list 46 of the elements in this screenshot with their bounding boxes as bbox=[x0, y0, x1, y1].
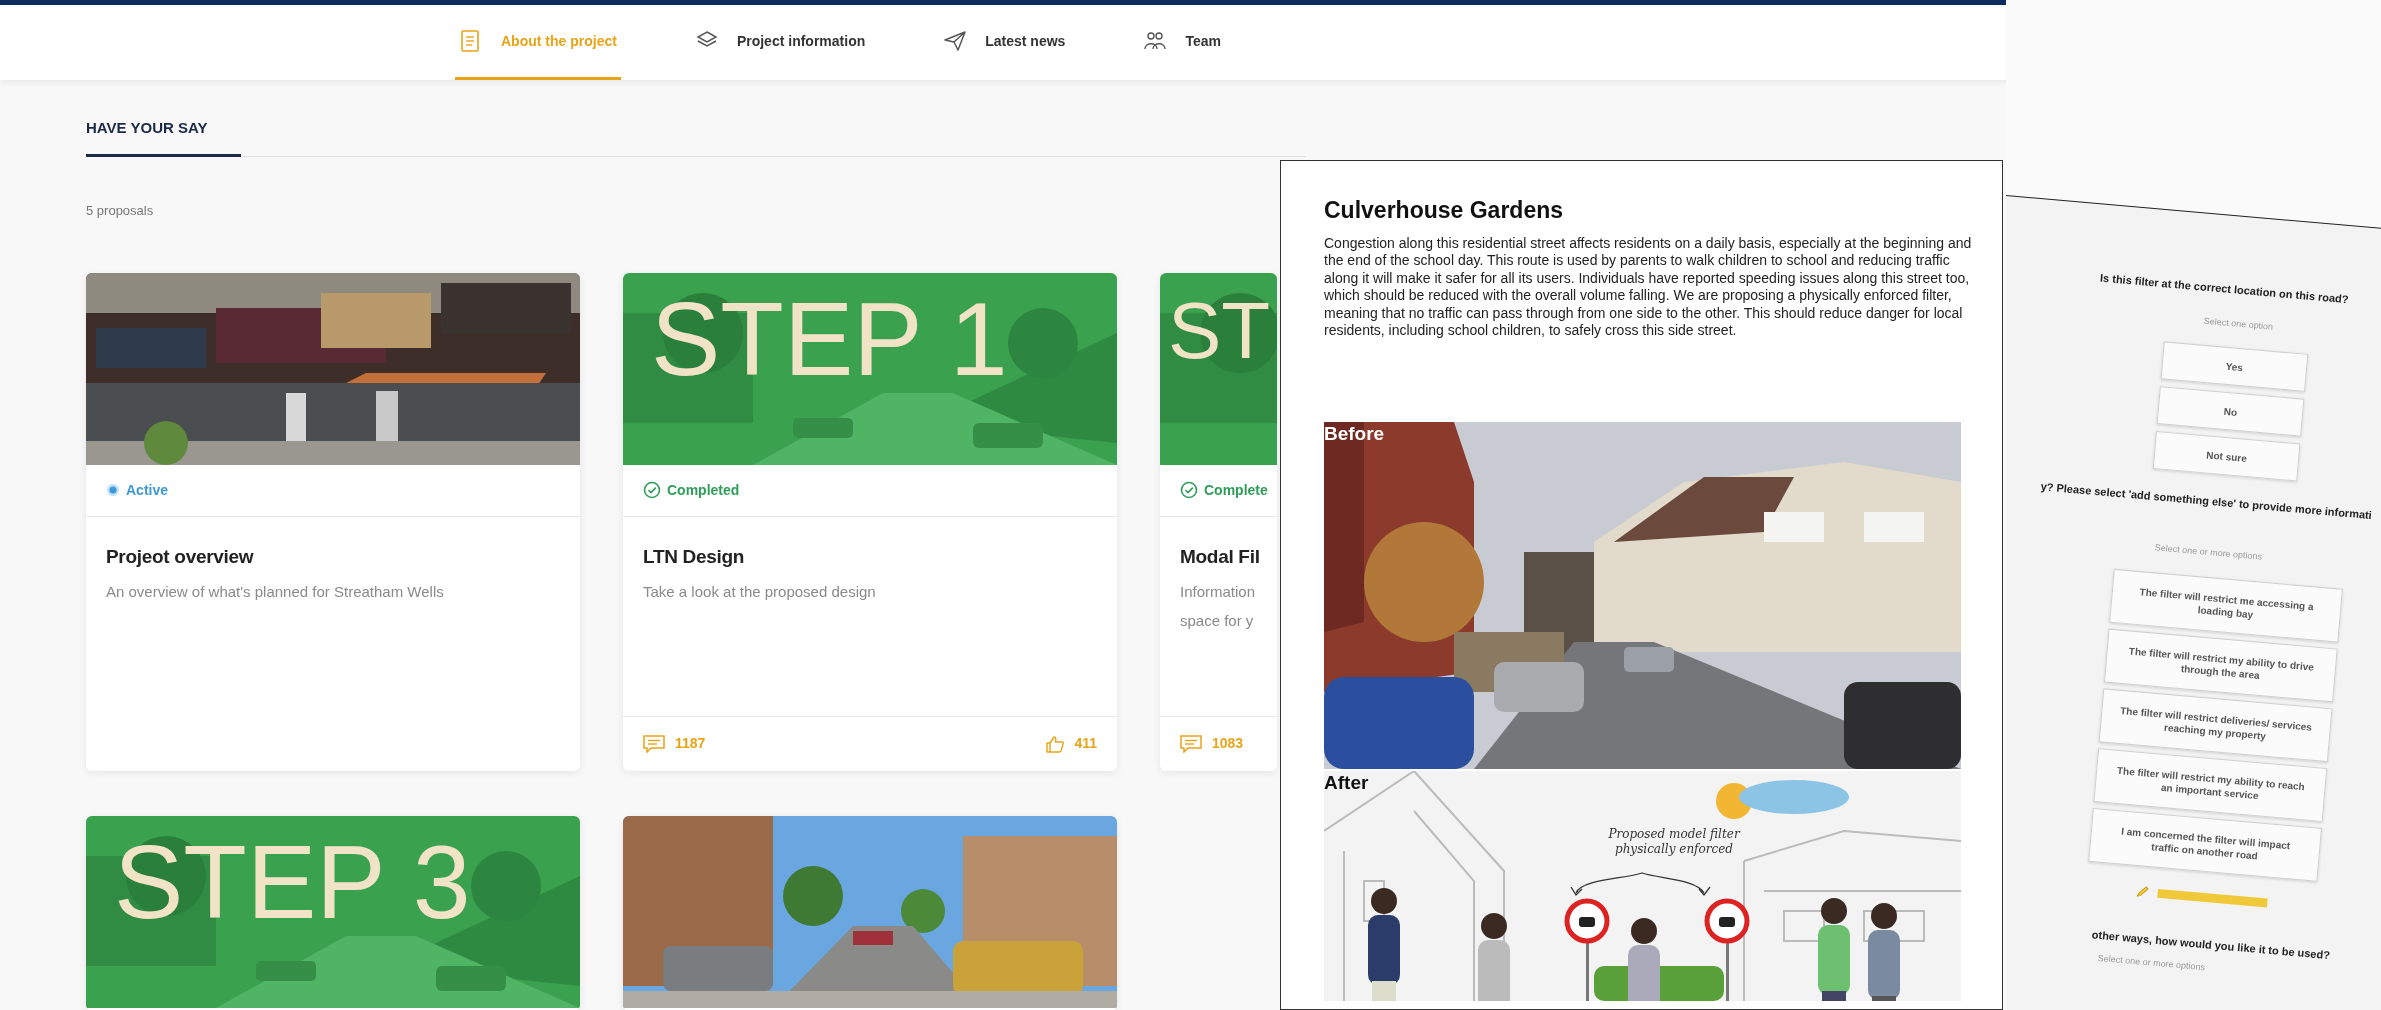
proposal-card[interactable]: STEP 1 Completed LTN Design Take a look at the proposed design 1187 411 bbox=[623, 272, 1117, 771]
status-label: Active bbox=[126, 480, 169, 500]
card-description: Take a look at the proposed design bbox=[643, 582, 877, 602]
figure-label: After bbox=[1324, 772, 1369, 794]
paper-plane-icon bbox=[943, 29, 968, 53]
proposal-card[interactable]: Active Projeot overview An overview of what's planned for Streatham Wells bbox=[86, 272, 580, 771]
option-button[interactable]: No bbox=[2156, 386, 2305, 437]
option-button[interactable]: Yes bbox=[2160, 341, 2309, 392]
card-title: Modal Fil bbox=[1180, 544, 1257, 569]
question-hint: Select one or more options bbox=[2097, 952, 2206, 974]
section-heading: HAVE YOUR SAY bbox=[86, 117, 241, 157]
card-description: An overview of what's planned for Streatham Wells bbox=[106, 582, 445, 602]
nav-tab[interactable]: Latest news bbox=[939, 5, 1070, 80]
question-hint: Select one or more options bbox=[2154, 542, 2263, 563]
comment-icon bbox=[1180, 734, 1202, 753]
nav-tab[interactable]: Project information bbox=[690, 5, 870, 80]
question-text: Is this filter at the correct location on this road? bbox=[2099, 270, 2350, 307]
option-button[interactable]: I am concerned the filter will impact traffic on another road bbox=[2088, 807, 2323, 882]
question-hint: Select one option bbox=[2203, 315, 2274, 333]
comment-icon bbox=[643, 734, 665, 753]
status-label: Completed bbox=[667, 480, 740, 500]
card-description: space for y bbox=[1180, 611, 1255, 631]
option-button[interactable]: Not sure bbox=[2152, 430, 2301, 482]
proposal-card[interactable]: ST Complete Modal Fil Information space for y 1083 bbox=[1160, 272, 1277, 771]
nav-tab[interactable]: Team bbox=[1139, 5, 1225, 80]
like-count: 411 bbox=[1074, 734, 1097, 753]
question-text: y? Please select 'add something else' to provide more informati bbox=[2040, 479, 2373, 523]
step-label: STEP 3 bbox=[114, 829, 471, 934]
comment-count: 1083 bbox=[1212, 734, 1244, 753]
document-title: Culverhouse Gardens bbox=[1324, 197, 1565, 225]
proposal-count: 5 proposals bbox=[86, 202, 154, 218]
dot-icon bbox=[106, 483, 120, 497]
check-circle-icon bbox=[1180, 481, 1198, 499]
card-title: LTN Design bbox=[643, 544, 746, 569]
step-label: ST bbox=[1168, 290, 1271, 371]
thumbs-up-icon bbox=[1046, 734, 1065, 753]
option-button[interactable]: The filter will restrict me accessing a loading bay bbox=[2109, 568, 2343, 643]
comment-count: 1187 bbox=[675, 734, 706, 753]
status-label: Complete bbox=[1204, 480, 1268, 500]
card-description: Information bbox=[1180, 582, 1257, 602]
pencil-icon bbox=[2135, 884, 2151, 900]
check-circle-icon bbox=[643, 481, 661, 499]
illustration-caption: Proposed model filter physically enforced bbox=[1607, 826, 1742, 857]
card-title: Projeot overview bbox=[106, 544, 255, 569]
document-paragraph: Congestion along this residential street affects residents on a daily basis, especially at the beginning and the end of the school day. This route is used by parents to walk children to school and reducing traffic along it will make it safer for all its users. Individuals have reported speeding issues along this street too, which should be reduced with the overall volume falling. We are proposing a physically enforced filter, meaning that no traffic can pass through from one side to the other. This should reduce danger for local residents, including school children, to safely cross this side street. bbox=[1324, 234, 1972, 340]
step-label: STEP 1 bbox=[651, 286, 1008, 391]
